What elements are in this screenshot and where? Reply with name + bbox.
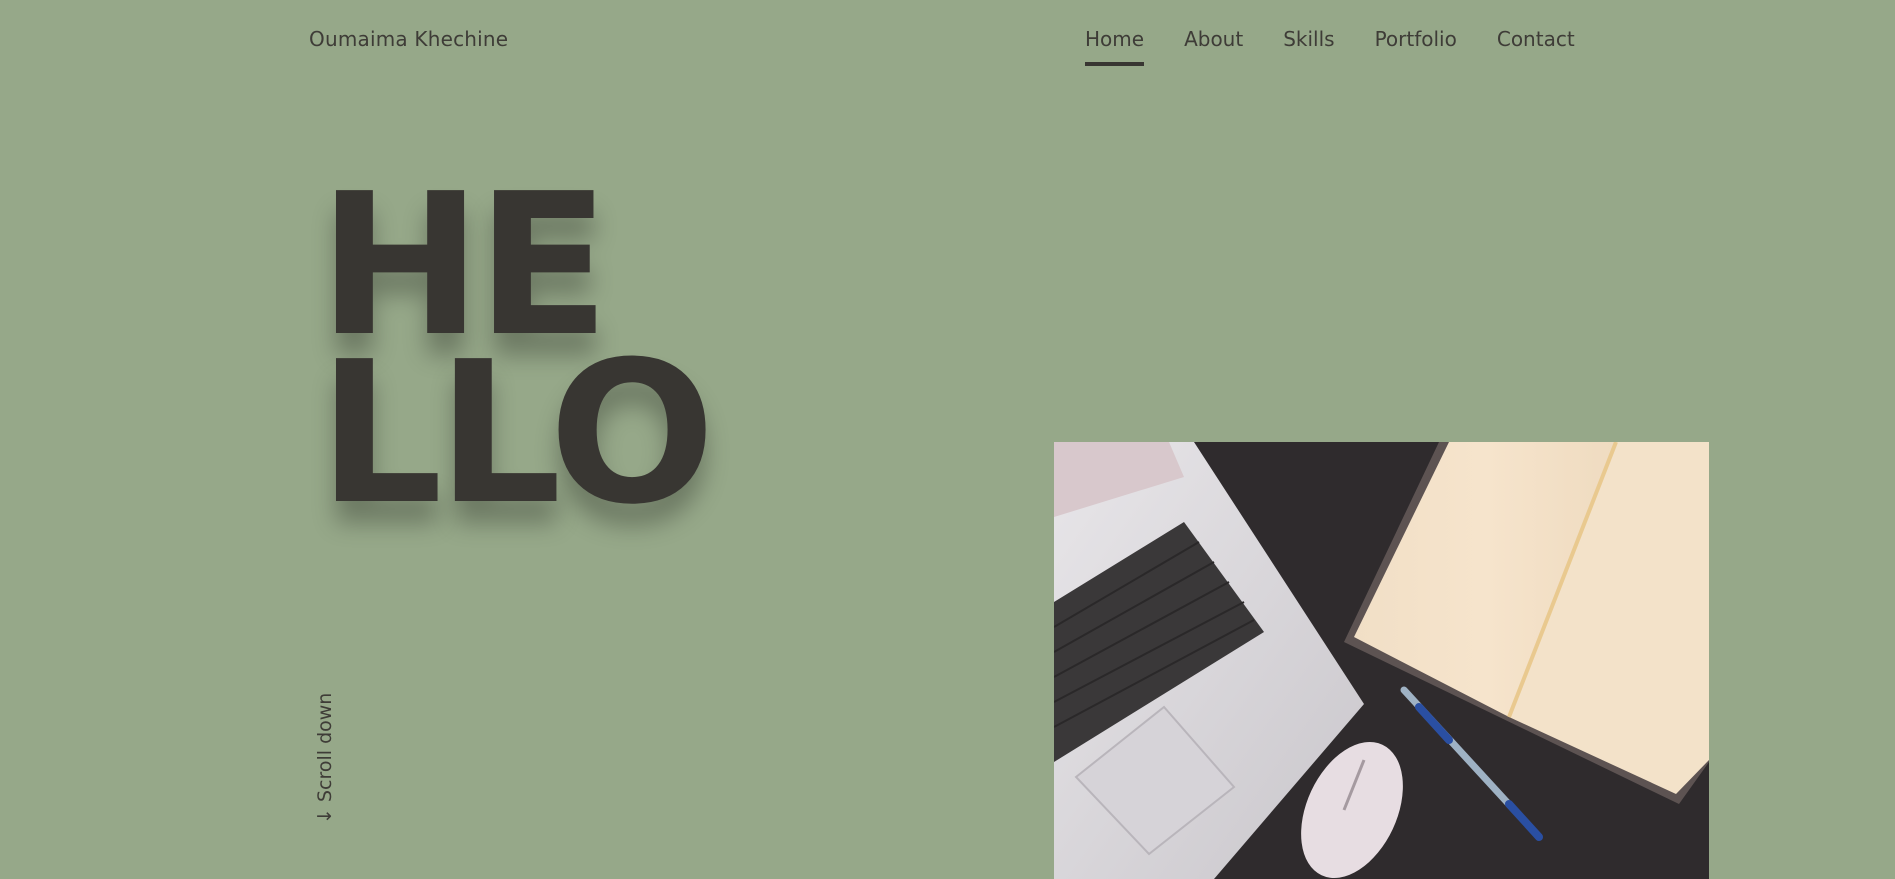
- nav-item-skills[interactable]: Skills: [1283, 27, 1334, 51]
- main-nav: Home About Skills Portfolio Contact: [1085, 27, 1575, 66]
- scroll-down-link[interactable]: ↓ Scroll down: [314, 693, 336, 824]
- nav-item-home[interactable]: Home: [1085, 27, 1145, 66]
- nav-item-about[interactable]: About: [1184, 27, 1243, 51]
- hero-image: [1054, 442, 1709, 879]
- nav-item-contact[interactable]: Contact: [1497, 27, 1575, 51]
- nav-item-portfolio[interactable]: Portfolio: [1375, 27, 1457, 51]
- hero-heading-line-2: LLO: [318, 320, 715, 548]
- hero-heading: HE LLO: [318, 168, 715, 548]
- brand-name[interactable]: Oumaima Khechine: [309, 27, 508, 51]
